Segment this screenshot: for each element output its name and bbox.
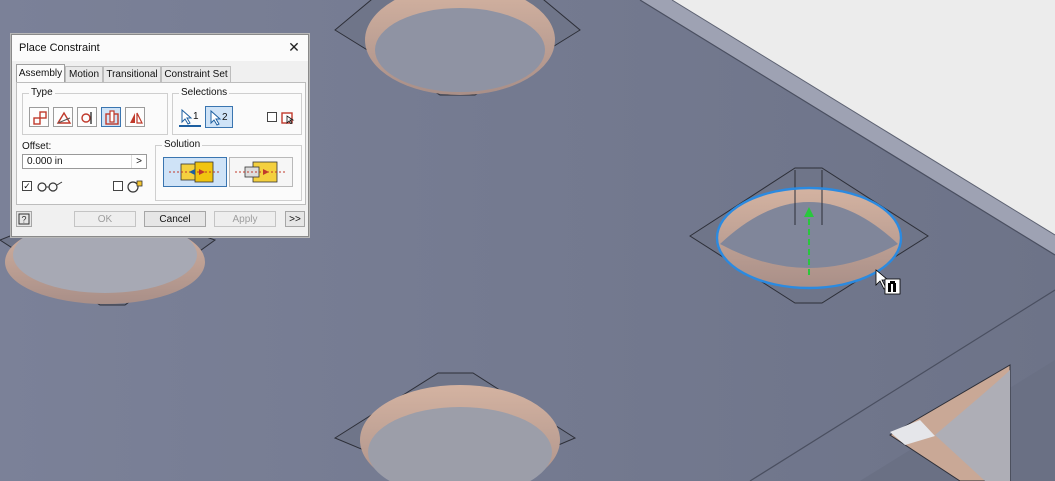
insert-constraint-icon: [105, 110, 119, 125]
type-group: Type: [22, 87, 168, 135]
selection-1-button[interactable]: 1: [177, 106, 205, 128]
dialog-title: Place Constraint: [19, 42, 100, 54]
selection-2-number: 2: [222, 112, 228, 123]
pick-part-first-checkbox[interactable]: [267, 112, 277, 122]
selection-2-button[interactable]: 2: [205, 106, 233, 128]
selection-1-number: 1: [193, 111, 199, 122]
aligned-solution-icon: [235, 161, 287, 183]
tab-assembly[interactable]: Assembly: [16, 64, 65, 83]
pick-part-first-icon: [281, 112, 295, 124]
tab-transitional[interactable]: Transitional: [103, 66, 161, 82]
tangent-constraint-button[interactable]: [77, 107, 97, 127]
type-group-label: Type: [29, 87, 55, 98]
symmetry-constraint-icon: [130, 112, 143, 124]
solution-group-label: Solution: [162, 139, 203, 150]
show-preview-checkbox[interactable]: ✓: [22, 181, 32, 191]
symmetry-constraint-button[interactable]: [125, 107, 145, 127]
selections-group-label: Selections: [179, 87, 230, 98]
offset-menu-arrow[interactable]: >: [131, 155, 146, 168]
cancel-button[interactable]: Cancel: [144, 211, 206, 227]
close-icon[interactable]: ✕: [286, 39, 302, 55]
help-button[interactable]: ?: [16, 211, 32, 227]
offset-label: Offset:: [22, 141, 52, 152]
more-button[interactable]: >>: [285, 211, 305, 227]
tab-motion[interactable]: Motion: [65, 66, 103, 82]
help-icon: ?: [18, 213, 30, 225]
opposed-solution-icon: [169, 161, 221, 183]
tab-constraint-set[interactable]: Constraint Set: [161, 66, 231, 82]
angle-constraint-button[interactable]: [53, 107, 73, 127]
ok-button[interactable]: OK: [74, 211, 136, 227]
glasses-preview-icon: [37, 181, 63, 192]
mate-constraint-icon: [33, 111, 47, 125]
predict-offset-checkbox[interactable]: [113, 181, 123, 191]
apply-button[interactable]: Apply: [214, 211, 276, 227]
assembly-panel: Type Selections 1 2 Offset: 0.000 in > ✓…: [16, 82, 306, 205]
tangent-constraint-icon: [81, 112, 92, 124]
place-constraint-dialog: Place Constraint ✕ Assembly Motion Trans…: [11, 34, 309, 237]
offset-value: 0.000 in: [27, 156, 63, 167]
predict-offset-icon: [127, 180, 143, 193]
svg-text:?: ?: [22, 215, 27, 225]
insert-constraint-button[interactable]: [101, 107, 121, 127]
mate-constraint-button[interactable]: [29, 107, 49, 127]
aligned-solution-button[interactable]: [229, 157, 293, 187]
dialog-titlebar[interactable]: Place Constraint ✕: [12, 35, 308, 61]
selections-group: Selections 1 2: [172, 87, 302, 135]
dialog-footer: ? OK Cancel Apply >>: [12, 207, 308, 235]
offset-input[interactable]: 0.000 in >: [22, 154, 147, 169]
angle-constraint-icon: [56, 111, 72, 124]
opposed-solution-button[interactable]: [163, 157, 227, 187]
